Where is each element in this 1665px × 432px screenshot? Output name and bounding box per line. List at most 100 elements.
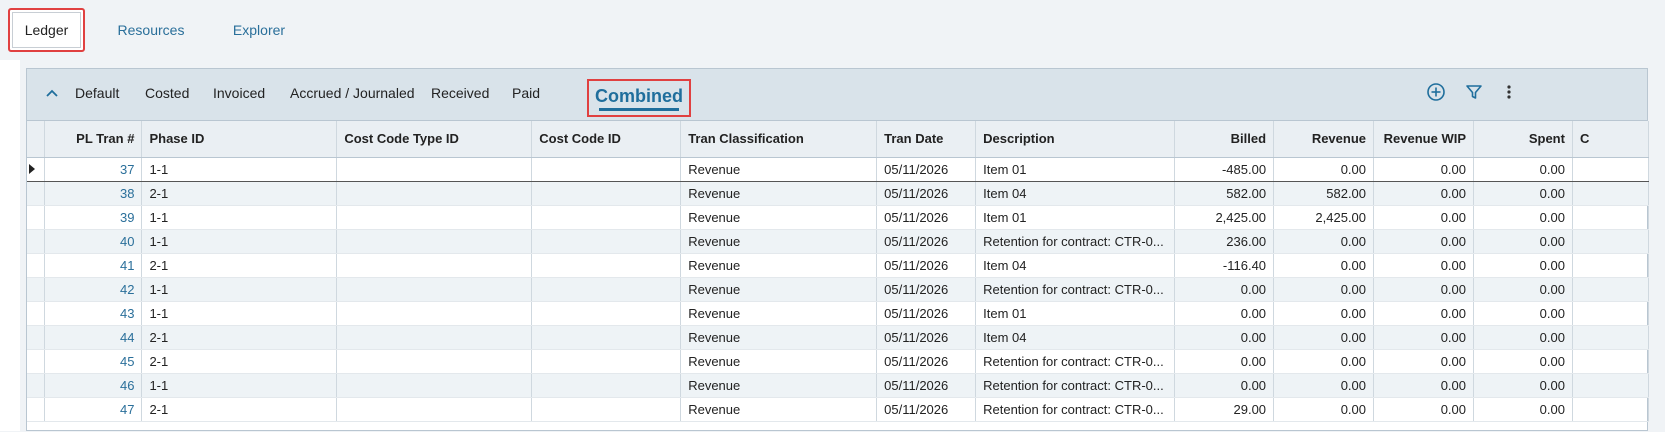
cell-tran-classification: Revenue [680, 181, 878, 206]
cell-description: Retention for contract: CTR-0... [975, 373, 1176, 398]
cell-pl-tran[interactable]: 47 [44, 397, 143, 422]
left-margin [0, 60, 20, 431]
cell-cost-code-type-id [336, 277, 533, 302]
collapse-button[interactable] [41, 83, 63, 105]
column-header-next[interactable]: C [1572, 121, 1649, 158]
cell-spent: 0.00 [1473, 277, 1573, 302]
cell-phase-id: 1-1 [141, 277, 338, 302]
subtab-received[interactable]: Received [431, 85, 489, 101]
cell-revenue: 0.00 [1273, 277, 1375, 302]
row-indicator[interactable] [27, 205, 46, 230]
table-row[interactable]: 37 1-1 Revenue 05/11/2026 Item 01 -485.00 0.00… [27, 156, 1649, 182]
cell-pl-tran[interactable]: 41 [44, 253, 143, 278]
cell-revenue-wip: 0.00 [1373, 181, 1474, 206]
cell-next [1572, 277, 1649, 302]
cell-pl-tran[interactable]: 45 [44, 349, 143, 374]
tab-explorer[interactable]: Explorer [228, 8, 290, 52]
tab-ledger[interactable]: Ledger [8, 8, 85, 52]
cell-pl-tran[interactable]: 46 [44, 373, 143, 398]
cell-revenue-wip: 0.00 [1373, 205, 1474, 230]
row-indicator[interactable] [27, 301, 46, 326]
cell-pl-tran[interactable]: 40 [44, 229, 143, 254]
cell-spent: 0.00 [1473, 325, 1573, 350]
cell-pl-tran[interactable]: 38 [44, 181, 143, 206]
active-tab-underline [599, 108, 679, 111]
cell-billed: 0.00 [1174, 277, 1275, 302]
column-header-tran-date[interactable]: Tran Date [876, 121, 977, 158]
cell-revenue-wip: 0.00 [1373, 253, 1474, 278]
column-header-tran-classification[interactable]: Tran Classification [680, 121, 878, 158]
cell-revenue-wip: 0.00 [1373, 325, 1474, 350]
subtab-default[interactable]: Default [75, 85, 119, 101]
cell-spent: 0.00 [1473, 181, 1573, 206]
cell-spent: 0.00 [1473, 205, 1573, 230]
cell-description: Item 01 [975, 301, 1176, 326]
table-row[interactable]: 39 1-1 Revenue 05/11/2026 Item 01 2,425.00 2,4… [27, 205, 1649, 230]
table-row[interactable]: 47 2-1 Revenue 05/11/2026 Retention for cont… [27, 397, 1649, 422]
header-row: PL Tran # Phase ID Cost Code Type ID Cos… [27, 121, 1649, 158]
cell-pl-tran[interactable]: 44 [44, 325, 143, 350]
cell-tran-date: 05/11/2026 [876, 229, 977, 254]
add-button[interactable] [1424, 82, 1448, 106]
subtab-combined[interactable]: Combined [587, 79, 691, 117]
row-indicator[interactable] [27, 156, 46, 182]
column-header-billed[interactable]: Billed [1174, 121, 1275, 158]
table-row[interactable]: 38 2-1 Revenue 05/11/2026 Item 04 582.00 582.0… [27, 181, 1649, 206]
table-row[interactable]: 40 1-1 Revenue 05/11/2026 Retention for cont… [27, 229, 1649, 254]
cell-phase-id: 1-1 [141, 156, 338, 182]
cell-tran-date: 05/11/2026 [876, 325, 977, 350]
cell-billed: 2,425.00 [1174, 205, 1275, 230]
row-indicator[interactable] [27, 325, 46, 350]
row-indicator-header [27, 121, 46, 158]
row-indicator[interactable] [27, 229, 46, 254]
row-indicator[interactable] [27, 181, 46, 206]
table-row[interactable]: 42 1-1 Revenue 05/11/2026 Retention for cont… [27, 277, 1649, 302]
cell-tran-date: 05/11/2026 [876, 156, 977, 182]
cell-tran-date: 05/11/2026 [876, 181, 977, 206]
cell-phase-id: 1-1 [141, 229, 338, 254]
column-header-pl-tran[interactable]: PL Tran # [44, 121, 143, 158]
ledger-grid: PL Tran # Phase ID Cost Code Type ID Cos… [27, 121, 1649, 432]
cell-cost-code-id [531, 229, 682, 254]
table-row[interactable]: 46 1-1 Revenue 05/11/2026 Retention for cont… [27, 373, 1649, 398]
cell-pl-tran[interactable]: 43 [44, 301, 143, 326]
row-indicator[interactable] [27, 253, 46, 278]
column-header-revenue[interactable]: Revenue [1273, 121, 1375, 158]
cell-tran-date: 05/11/2026 [876, 277, 977, 302]
cell-revenue: 0.00 [1273, 156, 1375, 182]
cell-pl-tran[interactable]: 42 [44, 277, 143, 302]
row-indicator[interactable] [27, 277, 46, 302]
cell-cost-code-type-id [336, 349, 533, 374]
table-row[interactable]: 45 2-1 Revenue 05/11/2026 Retention for cont… [27, 349, 1649, 374]
cell-cost-code-id [531, 181, 682, 206]
cell-description: Item 04 [975, 325, 1176, 350]
subtab-paid[interactable]: Paid [512, 85, 540, 101]
filter-button[interactable] [1462, 82, 1486, 106]
column-header-cost-code-type-id[interactable]: Cost Code Type ID [336, 121, 533, 158]
cell-cost-code-type-id [336, 397, 533, 422]
column-header-description[interactable]: Description [975, 121, 1176, 158]
cell-pl-tran[interactable]: 39 [44, 205, 143, 230]
table-row[interactable]: 43 1-1 Revenue 05/11/2026 Item 01 0.00 0.00 0.0… [27, 301, 1649, 326]
cell-cost-code-id [531, 301, 682, 326]
cell-cost-code-id [531, 156, 682, 182]
cell-revenue-wip: 0.00 [1373, 349, 1474, 374]
cell-pl-tran[interactable]: 37 [44, 156, 143, 182]
table-row[interactable]: 41 2-1 Revenue 05/11/2026 Item 04 -116.40 0.00… [27, 253, 1649, 278]
subtab-invoiced[interactable]: Invoiced [213, 85, 265, 101]
column-header-revenue-wip[interactable]: Revenue WIP [1373, 121, 1474, 158]
row-indicator[interactable] [27, 397, 46, 422]
column-header-phase-id[interactable]: Phase ID [141, 121, 338, 158]
more-options-button[interactable] [1497, 82, 1521, 106]
column-header-spent[interactable]: Spent [1473, 121, 1573, 158]
cell-revenue-wip: 0.00 [1373, 277, 1474, 302]
row-indicator[interactable] [27, 349, 46, 374]
column-header-cost-code-id[interactable]: Cost Code ID [531, 121, 682, 158]
table-row[interactable]: 44 2-1 Revenue 05/11/2026 Item 04 0.00 0.00 0.0… [27, 325, 1649, 350]
tab-resources[interactable]: Resources [116, 8, 186, 52]
subtab-costed[interactable]: Costed [145, 85, 189, 101]
cell-phase-id: 1-1 [141, 373, 338, 398]
cell-tran-classification: Revenue [680, 205, 878, 230]
subtab-accrued-journaled[interactable]: Accrued / Journaled [290, 85, 415, 101]
row-indicator[interactable] [27, 373, 46, 398]
